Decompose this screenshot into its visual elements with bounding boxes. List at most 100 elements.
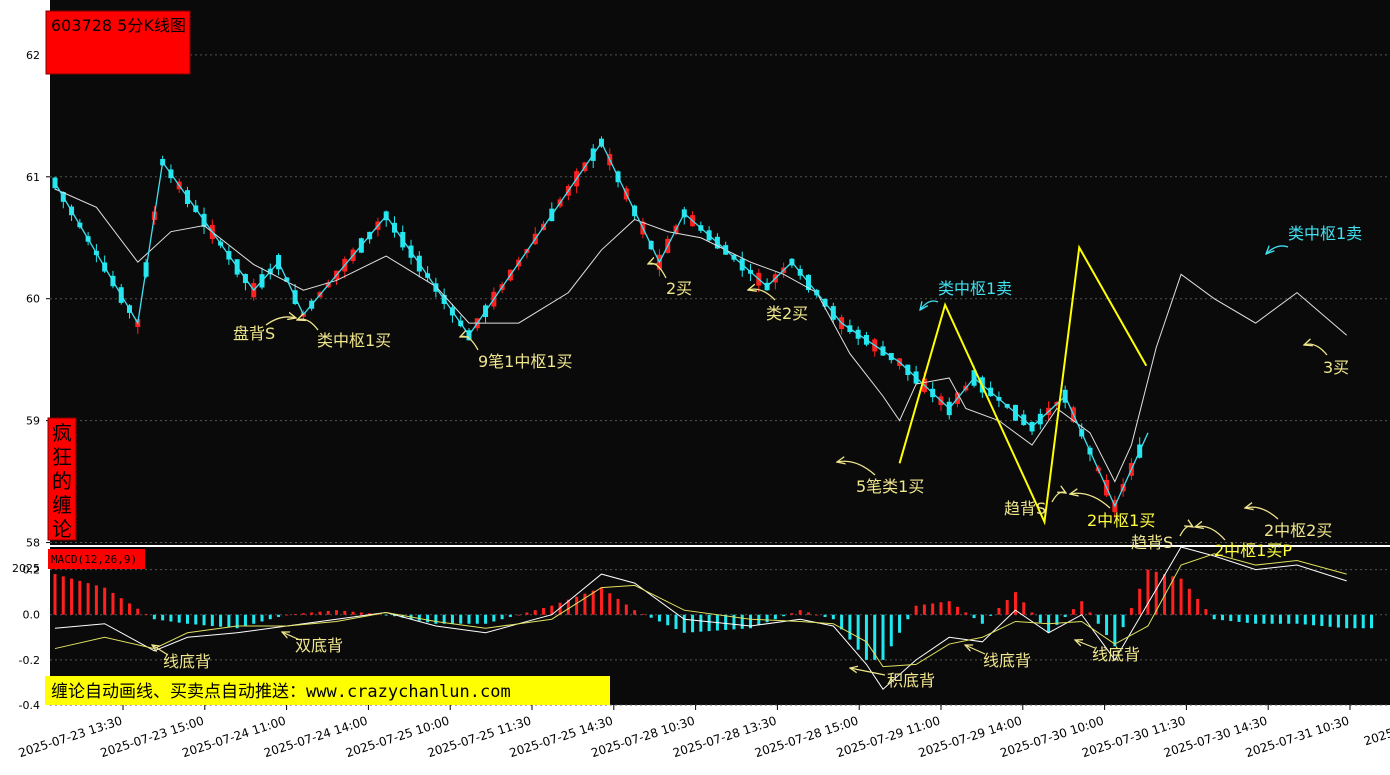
macd-bar	[1278, 614, 1282, 624]
macd-label-box: MACD(12,26,9)	[48, 549, 145, 569]
macd-bar	[277, 614, 281, 617]
macd-bar	[1287, 614, 1291, 624]
macd-bar	[980, 614, 984, 624]
macd-bar	[608, 593, 612, 615]
macd-bar	[128, 603, 132, 615]
annotation-label: 2中枢1买	[1087, 511, 1155, 530]
side-label-char: 论	[52, 517, 72, 541]
macd-tick-label: 0.0	[23, 609, 41, 622]
macd-annotation-label: 线底背	[983, 651, 1031, 670]
macd-bar	[384, 614, 388, 616]
macd-bar	[649, 614, 653, 618]
macd-bar	[1179, 578, 1183, 615]
macd-bar	[533, 610, 537, 615]
macd-bar	[956, 606, 960, 615]
macd-bar	[1270, 614, 1274, 624]
annotation-label: 趋背S	[1131, 533, 1173, 552]
macd-bar	[964, 612, 968, 615]
macd-bar	[542, 607, 546, 615]
side-label: 疯狂的缠论	[52, 421, 72, 541]
macd-bar	[575, 596, 579, 615]
price-tick-label: 59	[26, 415, 40, 428]
annotation-label: 类中枢1买	[317, 331, 391, 350]
macd-bar	[194, 614, 198, 625]
macd-bar	[343, 610, 347, 615]
macd-bar	[1022, 602, 1026, 615]
macd-bar	[1245, 614, 1249, 623]
annotation-label: 2买	[666, 279, 692, 298]
macd-bar	[806, 612, 810, 615]
annotation-label: 类2买	[766, 304, 808, 323]
macd-annotation-label: 双底背	[295, 636, 343, 655]
macd-bar	[1129, 607, 1133, 615]
macd-bar	[1138, 588, 1142, 615]
macd-bar	[1345, 614, 1349, 629]
macd-bar	[922, 604, 926, 615]
macd-bar	[773, 614, 777, 620]
macd-bar	[864, 614, 868, 660]
macd-bar	[53, 574, 57, 615]
price-tick-label: 62	[26, 49, 40, 62]
title-box: 603728 5分K线图	[45, 10, 191, 75]
macd-bar	[227, 614, 231, 628]
macd-bar	[1071, 609, 1075, 615]
macd-bar	[293, 613, 297, 615]
macd-bar	[210, 614, 214, 626]
macd-bar	[326, 610, 330, 615]
macd-bar	[161, 614, 165, 621]
macd-bar	[1336, 614, 1340, 628]
macd-bar	[881, 614, 885, 660]
price-tick-label: 58	[26, 537, 40, 550]
macd-bar	[70, 578, 74, 615]
macd-annotation-label: 积底背	[887, 671, 935, 690]
side-label-char: 疯	[52, 421, 72, 445]
macd-bar	[484, 614, 488, 624]
macd-bar	[103, 587, 107, 615]
macd-bar	[691, 614, 695, 633]
macd-extra-tick: 2025	[12, 562, 40, 575]
macd-bar	[765, 614, 769, 623]
macd-bar	[1105, 614, 1109, 636]
macd-bar	[459, 614, 463, 624]
macd-bar	[782, 614, 786, 617]
price-tick-label: 61	[26, 171, 40, 184]
annotation-label: 类中枢1卖	[1288, 224, 1362, 243]
macd-bar	[682, 614, 686, 633]
macd-bar	[318, 611, 322, 615]
macd-bar	[450, 614, 454, 624]
macd-tick-label: -0.4	[19, 699, 40, 712]
macd-bar	[1312, 614, 1316, 626]
macd-bar	[301, 613, 305, 615]
macd-bar	[500, 614, 504, 620]
macd-bar	[1328, 614, 1332, 627]
macd-bar	[591, 590, 595, 615]
macd-bar	[1030, 612, 1034, 615]
macd-bar	[434, 614, 438, 624]
annotation-label: 趋背S	[1004, 499, 1046, 518]
macd-bar	[243, 614, 247, 626]
macd-bar	[848, 614, 852, 640]
annotation-label: 2中枢1买P	[1214, 541, 1292, 560]
macd-bar	[1295, 614, 1299, 624]
annotation-label: 2中枢2买	[1264, 521, 1332, 540]
macd-bar	[657, 614, 661, 622]
macd-bar	[674, 614, 678, 630]
macd-bar	[94, 585, 98, 615]
macd-bar	[616, 598, 620, 615]
macd-bar	[525, 612, 529, 615]
macd-bar	[78, 580, 82, 615]
macd-bar	[359, 612, 363, 615]
macd-bar	[467, 614, 471, 624]
macd-bar	[1303, 614, 1307, 625]
macd-bar	[1121, 614, 1125, 628]
macd-bar	[1370, 614, 1374, 629]
macd-bar	[144, 613, 148, 615]
macd-bar	[831, 614, 835, 620]
macd-annotation-label: 线底背	[163, 652, 211, 671]
macd-bar	[119, 598, 123, 615]
side-label-char: 狂	[52, 445, 72, 469]
macd-bar	[426, 614, 430, 623]
macd-bar	[517, 614, 521, 616]
side-label-char: 的	[52, 469, 72, 493]
macd-bar	[1320, 614, 1324, 626]
